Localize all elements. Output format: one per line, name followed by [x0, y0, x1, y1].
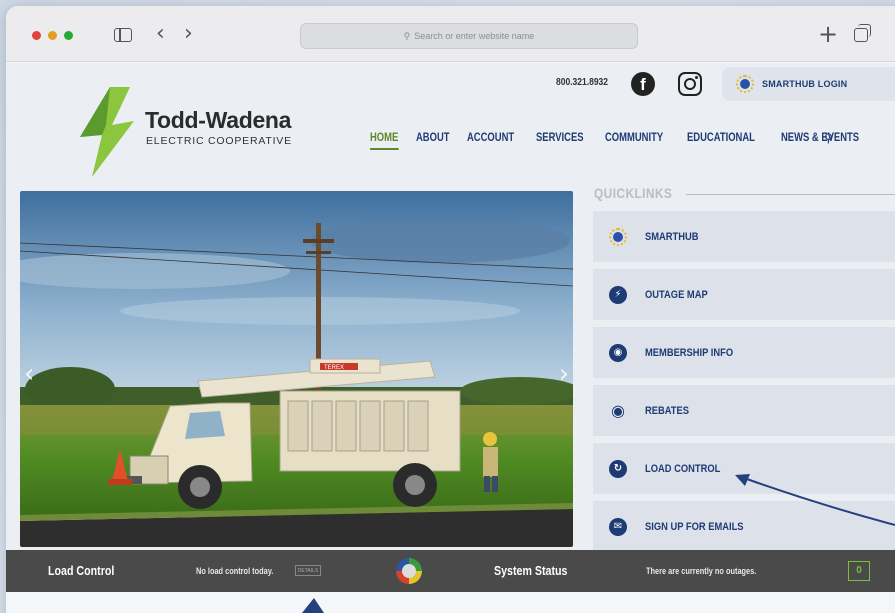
browser-toolbar: ‹ › ⚲ Search or enter website name +	[6, 6, 895, 62]
quicklink-rebates[interactable]: ◉ REBATES	[593, 385, 895, 436]
email-icon: ✉	[609, 517, 627, 536]
quicklink-outage-map[interactable]: ⚡ OUTAGE MAP	[593, 269, 895, 320]
smarthub-login-label: SMARTHUB LOGIN	[762, 79, 848, 89]
quicklinks-list: SMARTHUB ⚡ OUTAGE MAP ◉ MEMBERSHIP INFO …	[593, 211, 895, 559]
quicklink-label: SMARTHUB	[645, 230, 699, 243]
nav-community[interactable]: COMMUNITY	[605, 132, 663, 144]
lightning-icon: ⚡	[609, 285, 627, 304]
smarthub-icon	[736, 75, 754, 93]
facebook-icon[interactable]: f	[631, 72, 655, 96]
nav-news-events[interactable]: NEWS & EVENTS	[781, 132, 859, 144]
page-content-below	[6, 592, 895, 613]
quicklink-label: SIGN UP FOR EMAILS	[645, 520, 744, 533]
sidebar-toggle-icon[interactable]	[114, 28, 132, 42]
hero-image: TEREX	[20, 191, 573, 547]
quicklink-membership-info[interactable]: ◉ MEMBERSHIP INFO	[593, 327, 895, 378]
slider-prev-icon[interactable]: ‹	[24, 359, 34, 389]
instagram-icon[interactable]	[678, 72, 702, 96]
load-control-message: No load control today.	[196, 566, 274, 576]
brand-subtitle: ELECTRIC COOPERATIVE	[146, 135, 292, 147]
system-status-message: There are currently no outages.	[646, 566, 757, 576]
system-status-title: System Status	[494, 563, 568, 578]
nav-account[interactable]: ACCOUNT	[467, 132, 514, 144]
outage-count-badge[interactable]: 0	[848, 561, 870, 581]
nav-home[interactable]: HOME	[370, 132, 398, 150]
address-placeholder: Search or enter website name	[414, 31, 535, 41]
back-arrow-icon[interactable]: ‹	[156, 21, 165, 46]
load-control-title: Load Control	[48, 563, 115, 578]
slider-next-icon[interactable]: ›	[559, 359, 569, 389]
truck-brand-text: TEREX	[324, 365, 344, 371]
nav-about[interactable]: ABOUT	[416, 132, 450, 144]
search-icon: ⚲	[403, 30, 411, 41]
quicklink-load-control[interactable]: ↻ LOAD CONTROL	[593, 443, 895, 494]
minimize-window-button[interactable]	[48, 31, 57, 40]
brand-name[interactable]: Todd-Wadena	[145, 107, 291, 134]
forward-arrow-icon[interactable]: ›	[184, 21, 193, 46]
quicklink-smarthub[interactable]: SMARTHUB	[593, 211, 895, 262]
quicklinks-divider	[686, 194, 895, 195]
quicklink-sign-up-emails[interactable]: ✉ SIGN UP FOR EMAILS	[593, 501, 895, 552]
lightning-bolt-logo-icon[interactable]	[72, 87, 142, 177]
main-navigation: HOME ABOUT ACCOUNT SERVICES COMMUNITY ED…	[370, 132, 887, 150]
nav-educational[interactable]: EDUCATIONAL	[687, 132, 755, 144]
piggy-bank-icon: ◉	[611, 400, 625, 420]
close-window-button[interactable]	[32, 31, 41, 40]
web-page: 800.321.8932 f SMARTHUB LOGIN Todd-Waden…	[6, 63, 895, 613]
gauge-icon	[396, 558, 422, 584]
phone-number[interactable]: 800.321.8932	[556, 77, 608, 88]
browser-window: ‹ › ⚲ Search or enter website name + 800…	[6, 6, 895, 613]
address-bar[interactable]: ⚲ Search or enter website name	[300, 23, 638, 49]
tab-overview-icon[interactable]	[854, 24, 871, 42]
nav-services[interactable]: SERVICES	[536, 132, 584, 144]
quicklinks-title: QUICKLINKS	[594, 185, 673, 201]
quicklink-label: MEMBERSHIP INFO	[645, 346, 734, 359]
podcast-icon: ◉	[609, 343, 627, 362]
status-bar: Load Control No load control today. DETA…	[6, 550, 895, 592]
smarthub-icon	[609, 227, 627, 246]
search-icon[interactable]: ⚲	[824, 131, 833, 145]
refresh-icon: ↻	[609, 459, 627, 478]
quicklink-label: OUTAGE MAP	[645, 288, 708, 301]
new-tab-icon[interactable]: +	[818, 20, 838, 48]
hero-slider[interactable]: TEREX ‹ ›	[20, 191, 573, 547]
quicklink-label: LOAD CONTROL	[645, 462, 721, 475]
zoom-window-button[interactable]	[64, 31, 73, 40]
details-button[interactable]: DETAILS	[295, 565, 321, 576]
smarthub-login-button[interactable]: SMARTHUB LOGIN	[722, 67, 895, 101]
quicklink-label: REBATES	[645, 404, 689, 417]
